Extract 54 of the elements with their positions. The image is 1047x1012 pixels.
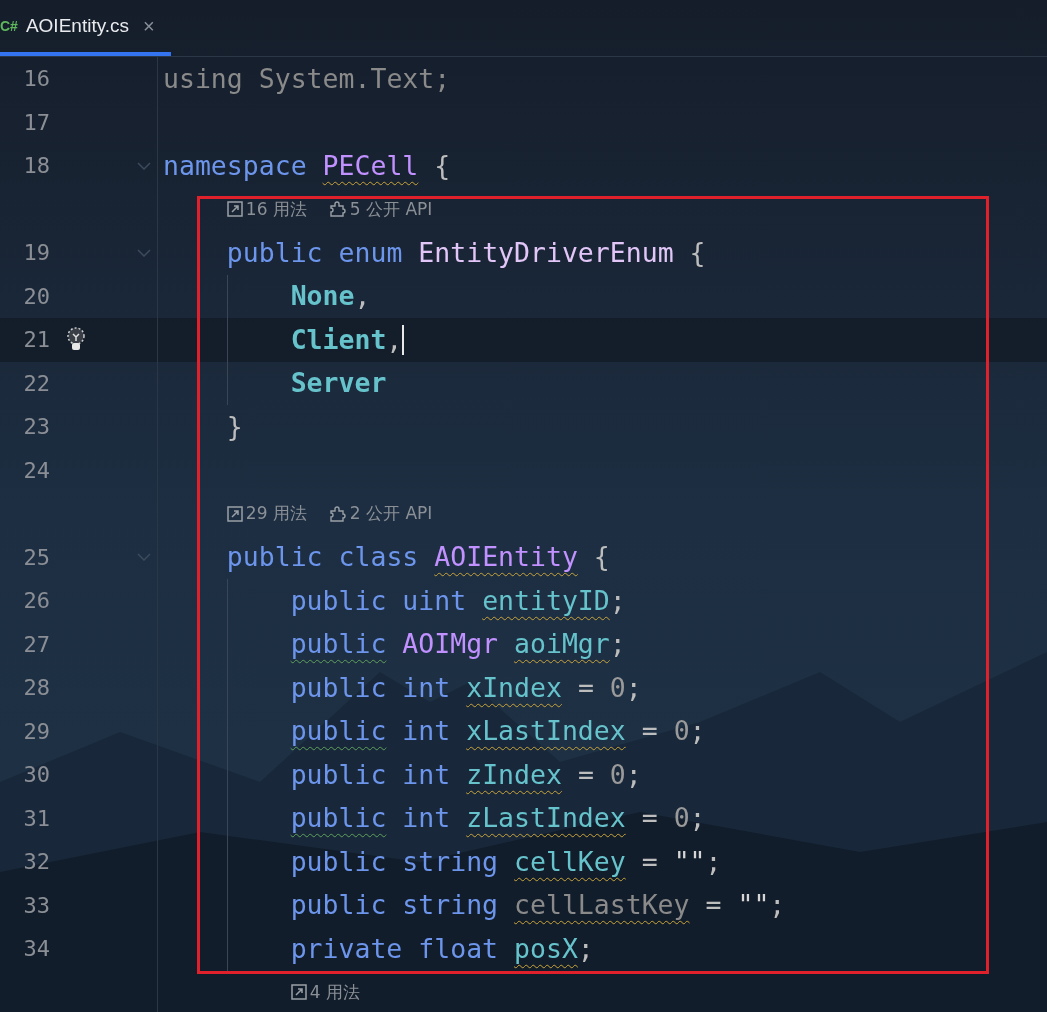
- line-number: 18: [22, 152, 50, 181]
- arrow-box-icon: [290, 984, 307, 1001]
- code-line: public string cellLastKey = "";: [290, 888, 786, 923]
- code-line: public class AOIEntity {: [226, 540, 610, 575]
- code-line: }: [226, 409, 243, 444]
- code-line: Server: [290, 366, 387, 401]
- fold-chevron-icon[interactable]: [137, 248, 151, 257]
- fold-chevron-icon[interactable]: [137, 161, 151, 170]
- code-line: public int xIndex = 0;: [290, 670, 642, 705]
- line-number: 19: [22, 239, 50, 268]
- line-number: 21: [22, 326, 50, 355]
- code-line: using System.Text;: [163, 61, 451, 96]
- usages-link[interactable]: 16 用法: [226, 196, 307, 222]
- line-number: 30: [22, 761, 50, 790]
- arrow-box-icon: [226, 201, 243, 218]
- code-line: public int zIndex = 0;: [290, 757, 642, 792]
- code-line: public AOIMgr aoiMgr;: [290, 627, 626, 662]
- code-line: public string cellKey = "";: [290, 844, 722, 879]
- code-line: private float posX;: [290, 931, 594, 966]
- arrow-box-icon: [226, 505, 243, 522]
- code-line: Client,: [290, 322, 403, 357]
- code-line: public enum EntityDriverEnum {: [226, 235, 706, 270]
- lightbulb-icon[interactable]: [66, 326, 86, 353]
- line-number: 23: [22, 413, 50, 442]
- line-number: 20: [22, 282, 50, 311]
- usages-link[interactable]: 29 用法: [226, 501, 307, 527]
- line-number: 32: [22, 848, 50, 877]
- puzzle-piece-icon: [328, 201, 347, 218]
- puzzle-piece-icon: [328, 505, 347, 522]
- fold-chevron-icon[interactable]: [137, 553, 151, 562]
- line-number: 27: [22, 630, 50, 659]
- code-line: public int zLastIndex = 0;: [290, 801, 706, 836]
- code-line: namespace PECell {: [163, 148, 451, 183]
- line-number: 25: [22, 543, 50, 572]
- line-number: 28: [22, 674, 50, 703]
- code-line: public int xLastIndex = 0;: [290, 714, 706, 749]
- line-number: 24: [22, 456, 50, 485]
- tab-title: AOIEntity.cs: [25, 13, 130, 38]
- file-tab[interactable]: C# AOIEntity.cs ×: [0, 0, 171, 56]
- line-number: 33: [22, 891, 50, 920]
- line-number: 22: [22, 369, 50, 398]
- csharp-file-icon: C#: [0, 15, 18, 37]
- public-api-link[interactable]: 5 公开 API: [328, 196, 433, 222]
- line-number: 34: [22, 935, 50, 964]
- line-number: 17: [22, 108, 50, 137]
- code-line: None,: [290, 279, 371, 314]
- line-number: 16: [22, 65, 50, 94]
- public-api-link[interactable]: 2 公开 API: [328, 501, 433, 527]
- line-number: 26: [22, 587, 50, 616]
- usages-link[interactable]: 4 用法: [290, 979, 360, 1005]
- close-tab-button[interactable]: ×: [143, 11, 155, 41]
- line-number: 29: [22, 717, 50, 746]
- line-number: 31: [22, 804, 50, 833]
- code-line: public uint entityID;: [290, 583, 626, 618]
